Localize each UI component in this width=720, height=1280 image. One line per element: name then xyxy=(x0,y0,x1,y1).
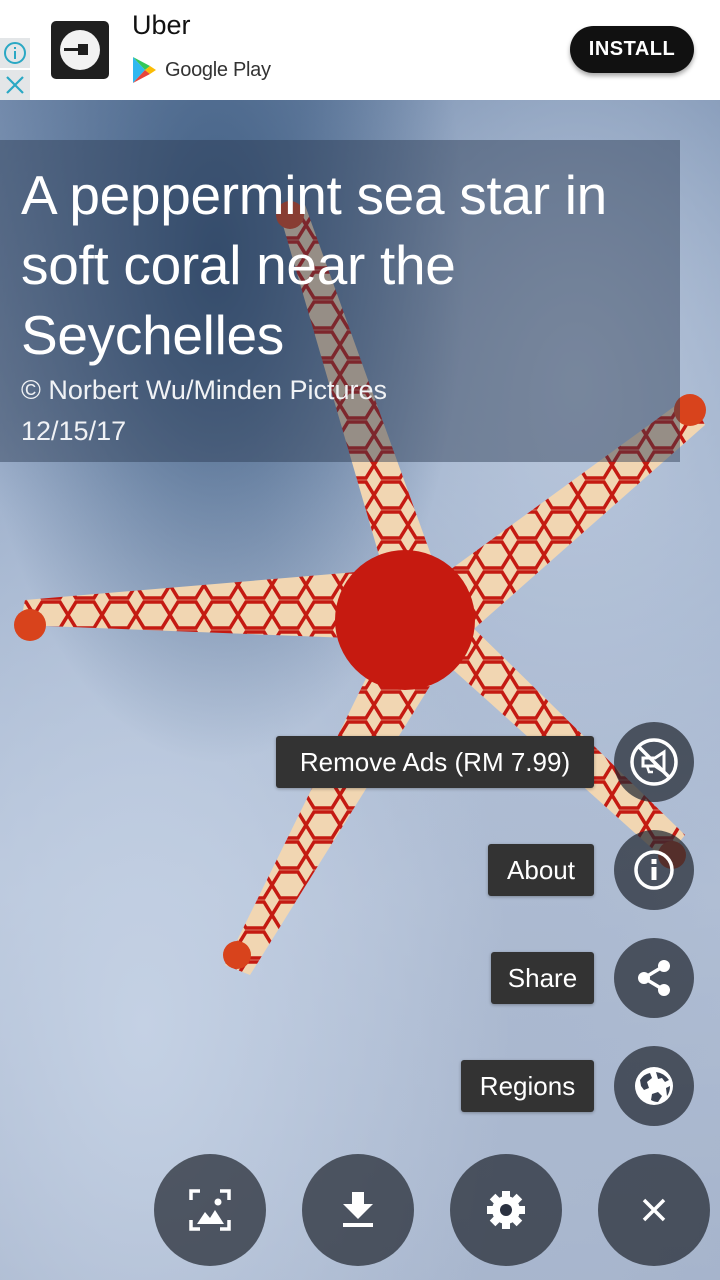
about-button[interactable] xyxy=(614,830,694,910)
ad-banner[interactable]: Uber Google Play INSTALL xyxy=(0,0,720,100)
about-label[interactable]: About xyxy=(488,844,594,896)
download-icon xyxy=(343,1192,373,1227)
ad-close-button[interactable] xyxy=(0,70,30,100)
wallpaper-icon xyxy=(189,1189,231,1231)
share-icon xyxy=(638,960,670,996)
globe-icon xyxy=(635,1067,673,1105)
regions-label[interactable]: Regions xyxy=(461,1060,594,1112)
download-button[interactable] xyxy=(302,1154,414,1266)
no-ads-icon xyxy=(630,738,678,786)
google-play-icon xyxy=(133,57,156,83)
close-icon xyxy=(642,1198,666,1222)
share-label[interactable]: Share xyxy=(491,952,594,1004)
close-menu-button[interactable] xyxy=(598,1154,710,1266)
set-wallpaper-button[interactable] xyxy=(154,1154,266,1266)
image-credit: © Norbert Wu/Minden Pictures xyxy=(21,375,388,405)
uber-logo-icon xyxy=(60,30,100,70)
close-icon xyxy=(6,76,24,94)
settings-button[interactable] xyxy=(450,1154,562,1266)
info-icon xyxy=(4,42,26,64)
gear-icon xyxy=(487,1191,525,1229)
google-play-label: Google Play xyxy=(165,58,271,81)
image-date: 12/15/17 xyxy=(21,416,127,446)
remove-ads-button[interactable] xyxy=(614,722,694,802)
install-button[interactable]: INSTALL xyxy=(570,26,694,73)
regions-button[interactable] xyxy=(614,1046,694,1126)
info-icon xyxy=(634,850,674,890)
google-play-badge: Google Play xyxy=(131,56,271,84)
uber-app-icon[interactable] xyxy=(51,21,109,79)
ad-app-name: Uber xyxy=(132,10,191,40)
remove-ads-label[interactable]: Remove Ads (RM 7.99) xyxy=(276,736,594,788)
image-title: A peppermint sea star in soft coral near… xyxy=(21,164,607,366)
ad-info-button[interactable] xyxy=(0,38,30,68)
share-button[interactable] xyxy=(614,938,694,1018)
